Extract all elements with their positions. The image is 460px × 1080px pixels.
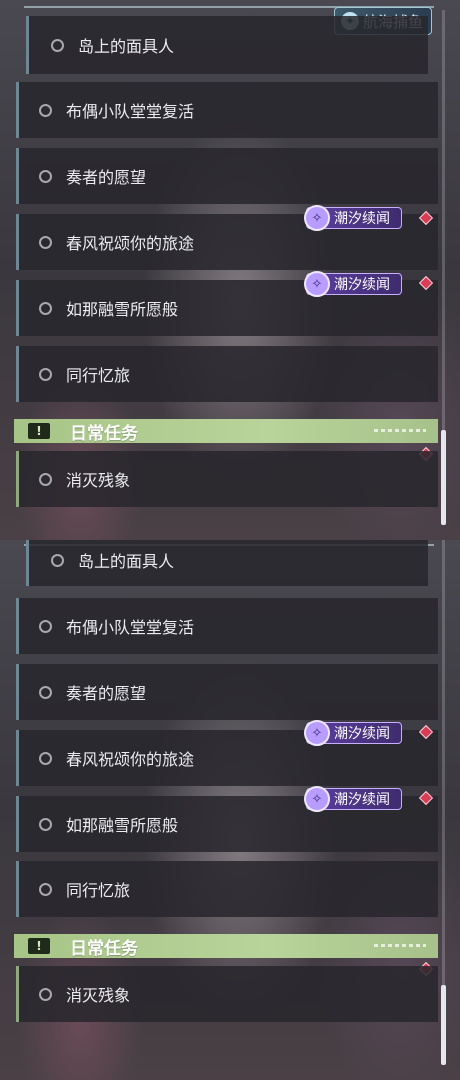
- daily-quest-item[interactable]: 消灭残象: [16, 966, 438, 1022]
- tide-tag: ✧ 潮汐续闻: [304, 786, 402, 812]
- quest-item[interactable]: 奏者的愿望: [16, 148, 438, 204]
- quest-label: 如那融雪所愿般: [66, 816, 179, 835]
- circle-icon: [39, 472, 52, 486]
- quest-panel: 岛上的面具人 布偶小队堂堂复活 奏者的愿望 春风祝颂你的旅途 如那融雪所愿般 同…: [0, 540, 460, 1080]
- circle-icon: [39, 301, 52, 315]
- circle-icon: [39, 987, 52, 1001]
- quest-item[interactable]: 岛上的面具人: [26, 16, 428, 74]
- tide-emblem-icon: ✧: [304, 720, 330, 746]
- quest-label: 布偶小队堂堂复活: [66, 102, 195, 121]
- tide-tag-label: 潮汐续闻: [334, 211, 390, 227]
- quest-item[interactable]: 岛上的面具人: [26, 540, 428, 586]
- exclamation-icon: !: [28, 423, 50, 439]
- quest-label: 奏者的愿望: [66, 168, 147, 187]
- section-title: 日常任务: [70, 423, 138, 444]
- quest-item[interactable]: 同行忆旅: [16, 346, 438, 402]
- quest-label: 奏者的愿望: [66, 684, 147, 703]
- quest-label: 消灭残象: [66, 986, 131, 1005]
- circle-icon: [39, 169, 52, 183]
- circle-icon: [39, 817, 52, 831]
- circle-icon: [51, 38, 64, 52]
- daily-quest-item[interactable]: 消灭残象: [16, 451, 438, 507]
- quest-item[interactable]: 同行忆旅: [16, 861, 438, 917]
- quest-item[interactable]: 布偶小队堂堂复活: [16, 82, 438, 138]
- circle-icon: [39, 751, 52, 765]
- tide-emblem-icon: ✧: [304, 271, 330, 297]
- tide-emblem-icon: ✧: [304, 786, 330, 812]
- quest-panel: ✦ 航海捕鱼 岛上的面具人 布偶小队堂堂复活 奏者的愿望 春风祝颂你的旅途 如那…: [0, 0, 460, 540]
- quest-label: 同行忆旅: [66, 366, 131, 385]
- quest-label: 布偶小队堂堂复活: [66, 618, 195, 637]
- quest-label: 如那融雪所愿般: [66, 300, 179, 319]
- scrollbar-thumb[interactable]: [441, 430, 446, 525]
- daily-section-header[interactable]: ! 日常任务: [14, 934, 438, 959]
- tide-tag: ✧ 潮汐续闻: [304, 720, 402, 746]
- tide-emblem-icon: ✧: [304, 205, 330, 231]
- quest-label: 春风祝颂你的旅途: [66, 750, 195, 769]
- quest-label: 春风祝颂你的旅途: [66, 234, 195, 253]
- tide-tag-label: 潮汐续闻: [334, 792, 390, 808]
- circle-icon: [39, 367, 52, 381]
- quest-label: 消灭残象: [66, 471, 131, 490]
- tide-tag-label: 潮汐续闻: [334, 726, 390, 742]
- daily-section-header[interactable]: ! 日常任务: [14, 419, 438, 444]
- quest-label: 岛上的面具人: [78, 37, 175, 56]
- quest-item[interactable]: 布偶小队堂堂复活: [16, 598, 438, 654]
- tide-tag: ✧ 潮汐续闻: [304, 271, 402, 297]
- circle-icon: [39, 619, 52, 633]
- circle-icon: [39, 685, 52, 699]
- circle-icon: [39, 103, 52, 117]
- section-title: 日常任务: [70, 938, 138, 959]
- tide-tag: ✧ 潮汐续闻: [304, 205, 402, 231]
- circle-icon: [39, 235, 52, 249]
- quest-label: 同行忆旅: [66, 881, 131, 900]
- scrollbar[interactable]: [441, 10, 446, 525]
- quest-label: 岛上的面具人: [78, 552, 175, 571]
- circle-icon: [39, 882, 52, 896]
- circle-icon: [51, 553, 64, 567]
- exclamation-icon: !: [28, 938, 50, 954]
- scrollbar-thumb[interactable]: [441, 985, 446, 1065]
- decorative-stripe: [374, 944, 426, 947]
- quest-item[interactable]: 奏者的愿望: [16, 664, 438, 720]
- scrollbar[interactable]: [441, 540, 446, 1065]
- tide-tag-label: 潮汐续闻: [334, 277, 390, 293]
- decorative-stripe: [374, 429, 426, 432]
